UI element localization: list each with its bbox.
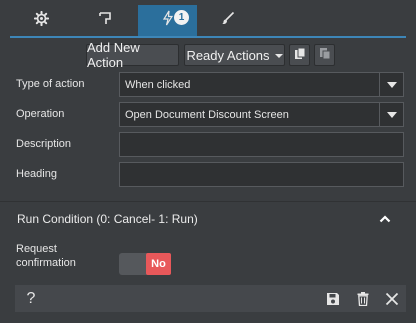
- ready-actions-dropdown[interactable]: Ready Actions: [184, 44, 285, 66]
- brush-icon: [221, 11, 235, 30]
- section-divider: [0, 201, 416, 202]
- request-confirmation-label-line1: Request: [16, 243, 57, 255]
- tab-settings[interactable]: [12, 5, 71, 36]
- dropdown-arrow-icon[interactable]: [379, 73, 403, 96]
- save-icon[interactable]: [321, 285, 345, 312]
- chevron-up-icon[interactable]: [377, 212, 393, 226]
- heading-input[interactable]: [119, 162, 404, 187]
- run-condition-title: Run Condition (0: Cancel- 1: Run): [17, 212, 198, 226]
- help-text: ?: [26, 289, 36, 307]
- dropdown-arrow-icon[interactable]: [379, 103, 403, 126]
- type-of-action-value: When clicked: [125, 78, 191, 91]
- tab-badge: 1: [174, 10, 189, 25]
- request-confirmation-toggle[interactable]: No: [119, 253, 171, 275]
- operation-value: Open Document Discount Screen: [125, 108, 289, 121]
- type-of-action-select[interactable]: When clicked: [119, 72, 404, 97]
- add-new-action-label: Add New Action: [87, 40, 140, 70]
- copy-button[interactable]: [289, 44, 310, 66]
- gear-icon: [33, 10, 50, 31]
- description-label: Description: [16, 138, 72, 150]
- copy-icon: [294, 47, 306, 63]
- trash-icon[interactable]: [351, 285, 375, 312]
- close-icon[interactable]: [380, 285, 404, 312]
- paste-button[interactable]: [314, 44, 335, 66]
- paste-icon: [319, 47, 331, 63]
- description-input[interactable]: [119, 132, 404, 157]
- help-icon[interactable]: ?: [19, 285, 43, 312]
- toggle-value: No: [146, 253, 171, 275]
- lightning-icon: [162, 10, 174, 31]
- ready-actions-label: Ready Actions: [186, 47, 270, 63]
- tab-underline: [10, 36, 406, 38]
- request-confirmation-label-line2: confirmation: [16, 257, 76, 269]
- add-new-action-button[interactable]: Add New Action: [86, 40, 179, 70]
- tab-actions[interactable]: 1: [138, 5, 197, 36]
- operation-label: Operation: [16, 108, 65, 120]
- operation-select[interactable]: Open Document Discount Screen: [119, 102, 404, 127]
- tab-flag[interactable]: [75, 5, 134, 36]
- tab-bar: 1: [0, 0, 416, 38]
- footer-bar: ?: [15, 285, 406, 312]
- caret-down-icon: [274, 54, 283, 58]
- heading-label: Heading: [16, 168, 57, 180]
- flag-icon: [98, 11, 112, 30]
- type-of-action-label: Type of action: [16, 78, 85, 90]
- tab-style[interactable]: [198, 5, 257, 36]
- request-confirmation-label: Request confirmation: [16, 242, 76, 270]
